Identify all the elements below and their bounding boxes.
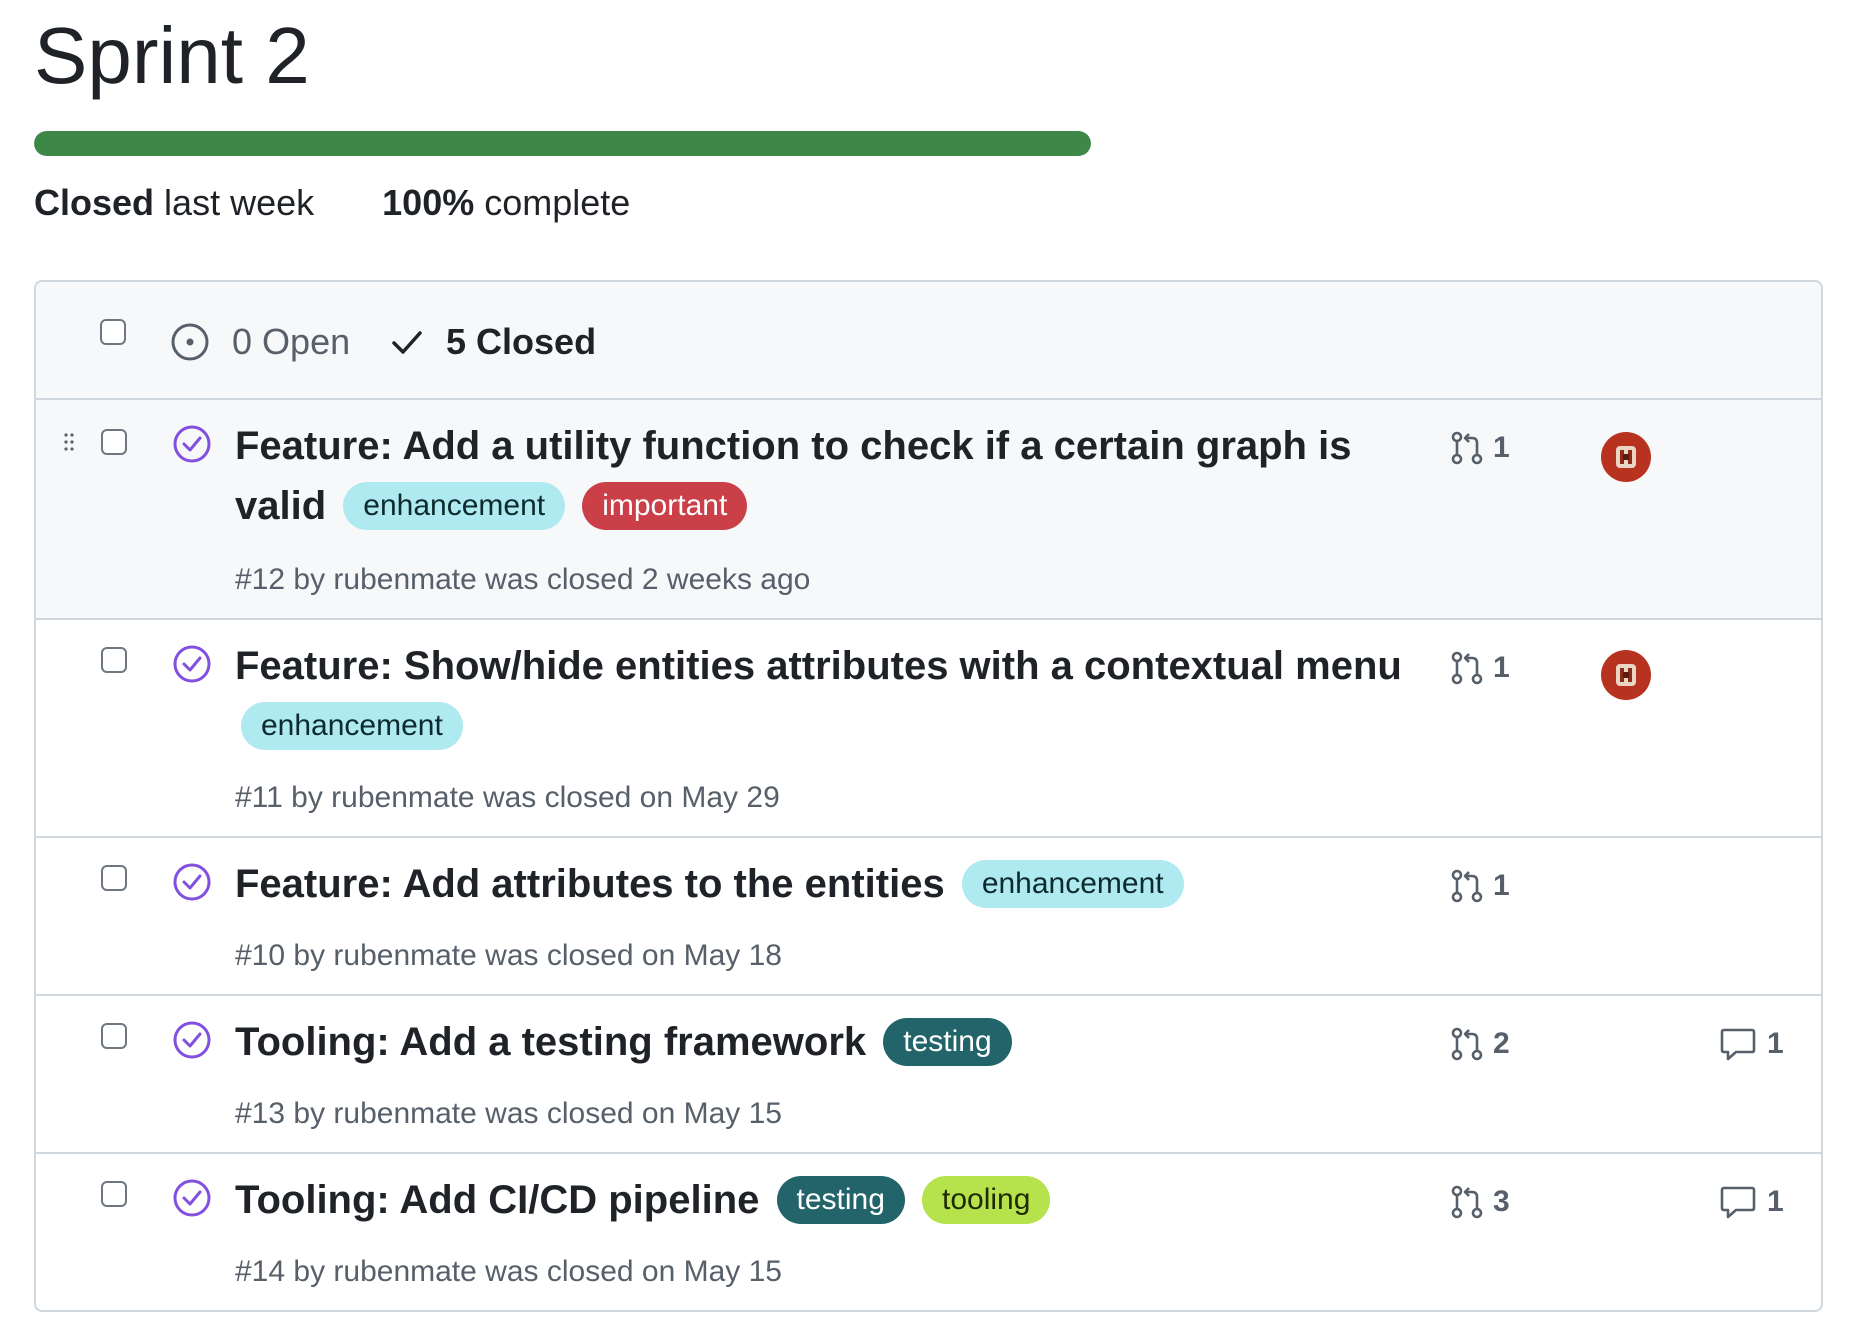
issue-checkbox[interactable] (101, 429, 127, 455)
git-pull-request-icon (1451, 1027, 1483, 1061)
select-all-checkbox[interactable] (100, 319, 126, 345)
issue-checkbox[interactable] (101, 1181, 127, 1207)
label-enhancement[interactable]: enhancement (343, 482, 566, 530)
git-pull-request-icon (1451, 869, 1483, 903)
closed-count: 5 (446, 321, 467, 362)
pr-count: 1 (1493, 869, 1510, 902)
complete-label: complete (484, 182, 631, 223)
issue-closed-icon (173, 1179, 211, 1217)
issue-meta: #13 by rubenmate was closed on May 15 (235, 1097, 782, 1130)
issue-title-block: Feature: Show/hide entities attributes w… (235, 636, 1415, 756)
pr-count: 3 (1493, 1185, 1510, 1218)
linked-pull-requests[interactable]: 2 (1449, 1026, 1549, 1062)
avatar-image (1616, 664, 1636, 686)
label-testing[interactable]: testing (776, 1176, 905, 1224)
issue-row[interactable]: Feature: Show/hide entities attributes w… (36, 620, 1821, 838)
issue-meta: #10 by rubenmate was closed on May 18 (235, 939, 782, 972)
assignee-avatar[interactable] (1601, 650, 1651, 700)
issue-row[interactable]: Tooling: Add CI/CD pipeline testing tool… (36, 1154, 1821, 1310)
comment-icon (1720, 1028, 1756, 1061)
label-tooling[interactable]: tooling (922, 1176, 1051, 1224)
issue-title-link[interactable]: Tooling: Add a testing framework (235, 1020, 866, 1064)
issue-title-block: Feature: Add a utility function to check… (235, 416, 1415, 536)
page-title: Sprint 2 (34, 11, 310, 100)
issue-closed-icon (173, 425, 211, 463)
issue-opened-icon (171, 323, 209, 361)
comment-count: 1 (1767, 1027, 1784, 1060)
issue-row[interactable]: Feature: Add attributes to the entities … (36, 838, 1821, 996)
issue-checkbox[interactable] (101, 647, 127, 673)
open-count: 0 (232, 321, 253, 362)
percent-complete-value: 100% (382, 182, 475, 223)
label-enhancement[interactable]: enhancement (961, 860, 1184, 908)
issue-row[interactable]: Feature: Add a utility function to check… (36, 400, 1821, 620)
linked-pull-requests[interactable]: 1 (1449, 430, 1549, 466)
issue-list-box: 0 Open 5 Closed Feature: Add a utility f… (34, 280, 1823, 1312)
issue-checkbox[interactable] (101, 865, 127, 891)
linked-pull-requests[interactable]: 1 (1449, 650, 1549, 686)
label-important[interactable]: important (582, 482, 748, 530)
issue-row[interactable]: Tooling: Add a testing framework testing… (36, 996, 1821, 1154)
issue-meta: #12 by rubenmate was closed 2 weeks ago (235, 563, 811, 596)
avatar-image (1616, 446, 1636, 468)
issue-title-block: Tooling: Add CI/CD pipeline testing tool… (235, 1170, 1415, 1230)
issue-meta: #11 by rubenmate was closed on May 29 (235, 781, 780, 814)
issue-title-link[interactable]: Feature: Show/hide entities attributes w… (235, 644, 1402, 688)
milestone-meta: Closed last week 100% complete (34, 178, 630, 228)
issue-closed-icon (173, 863, 211, 901)
linked-pull-requests[interactable]: 3 (1449, 1184, 1549, 1220)
assignee-avatar[interactable] (1601, 432, 1651, 482)
closed-status-label: Closed (34, 182, 155, 223)
pr-count: 2 (1493, 1027, 1510, 1060)
pr-count: 1 (1493, 651, 1510, 684)
drag-handle-icon[interactable] (64, 432, 74, 452)
comment-count: 1 (1767, 1185, 1784, 1218)
comment-icon (1720, 1186, 1756, 1219)
label-testing[interactable]: testing (883, 1018, 1012, 1066)
git-pull-request-icon (1451, 651, 1483, 685)
issue-checkbox[interactable] (101, 1023, 127, 1049)
closed-when-text: last week (164, 182, 315, 223)
open-label: Open (262, 321, 351, 362)
closed-label: Closed (476, 321, 597, 362)
git-pull-request-icon (1451, 1185, 1483, 1219)
issue-meta: #14 by rubenmate was closed on May 15 (235, 1255, 782, 1288)
check-icon (392, 331, 422, 354)
milestone-progress-fill (34, 131, 1091, 156)
closed-issues-filter[interactable]: 5 Closed (390, 320, 596, 364)
issue-title-block: Feature: Add attributes to the entities … (235, 854, 1415, 914)
open-issues-filter[interactable]: 0 Open (170, 320, 350, 364)
issue-closed-icon (173, 645, 211, 683)
milestone-progress-bar (34, 131, 1091, 156)
issue-title-block: Tooling: Add a testing framework testing (235, 1012, 1415, 1072)
label-enhancement[interactable]: enhancement (241, 702, 463, 750)
comments-link[interactable]: 1 (1719, 1026, 1784, 1062)
issue-list-header: 0 Open 5 Closed (36, 282, 1821, 400)
issue-title-link[interactable]: Feature: Add attributes to the entities (235, 862, 945, 906)
git-pull-request-icon (1451, 431, 1483, 465)
pr-count: 1 (1493, 431, 1510, 464)
issue-closed-icon (173, 1021, 211, 1059)
comments-link[interactable]: 1 (1719, 1184, 1784, 1220)
issue-title-link[interactable]: Tooling: Add CI/CD pipeline (235, 1178, 759, 1222)
linked-pull-requests[interactable]: 1 (1449, 868, 1549, 904)
